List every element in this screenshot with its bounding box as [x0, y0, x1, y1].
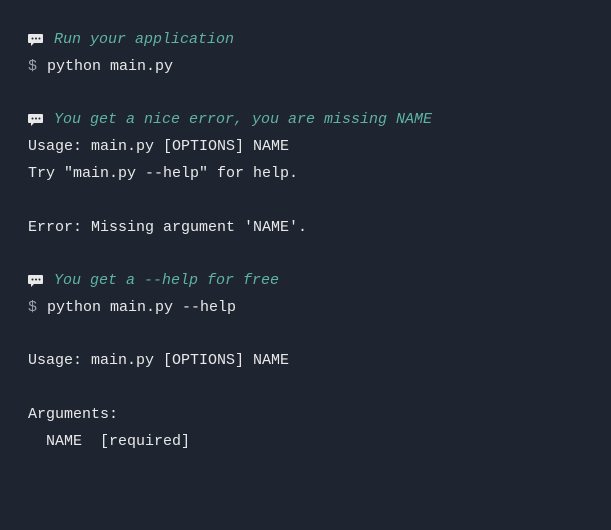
output-usage: Usage: main.py [OPTIONS] NAME [28, 133, 583, 160]
output-args-header: Arguments: [28, 401, 583, 428]
output-try: Try "main.py --help" for help. [28, 160, 583, 187]
comment-line: Run your application [28, 26, 583, 53]
command-line: $ python main.py [28, 53, 583, 80]
command-text: python main.py --help [47, 294, 236, 321]
terminal-block-error: You get a nice error, you are missing NA… [28, 106, 583, 241]
comment-text: You get a --help for free [54, 267, 279, 294]
output-error: Error: Missing argument 'NAME'. [28, 214, 583, 241]
speech-bubble-icon [28, 33, 44, 47]
speech-bubble-icon [28, 113, 44, 127]
output-usage: Usage: main.py [OPTIONS] NAME [28, 347, 583, 374]
command-text: python main.py [47, 53, 173, 80]
shell-prompt: $ [28, 53, 37, 80]
shell-prompt: $ [28, 294, 37, 321]
speech-bubble-icon [28, 274, 44, 288]
comment-line: You get a --help for free [28, 267, 583, 294]
comment-line: You get a nice error, you are missing NA… [28, 106, 583, 133]
terminal-block-help: You get a --help for free $ python main.… [28, 267, 583, 321]
comment-text: You get a nice error, you are missing NA… [54, 106, 432, 133]
terminal-block-run: Run your application $ python main.py [28, 26, 583, 80]
output-args-line: NAME [required] [28, 428, 583, 455]
comment-text: Run your application [54, 26, 234, 53]
terminal-block-help-output: Usage: main.py [OPTIONS] NAME Arguments:… [28, 347, 583, 455]
command-line: $ python main.py --help [28, 294, 583, 321]
